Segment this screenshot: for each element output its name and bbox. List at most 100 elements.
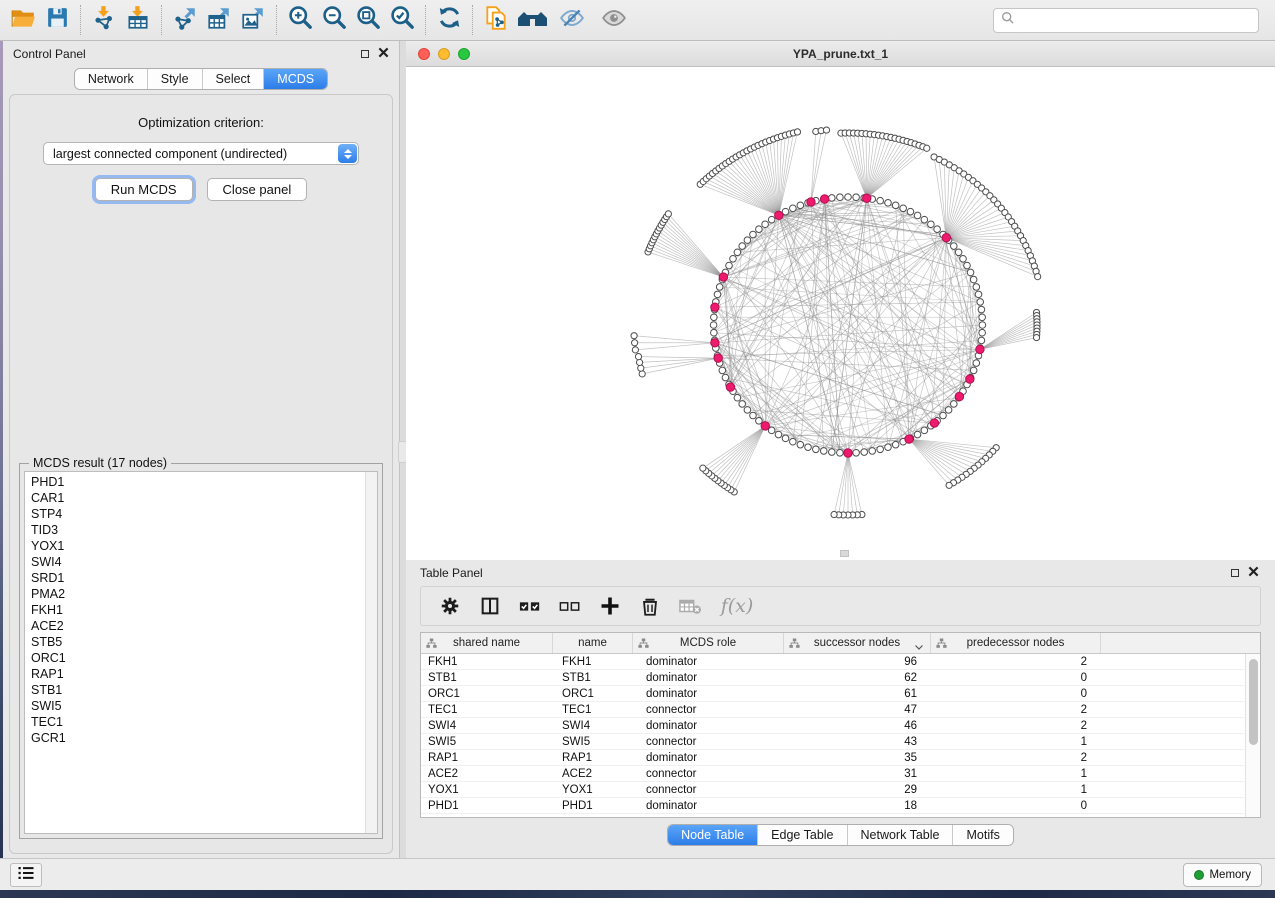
- network-node[interactable]: [960, 255, 967, 262]
- network-node[interactable]: [924, 145, 930, 151]
- network-node[interactable]: [970, 367, 977, 374]
- network-node[interactable]: [722, 374, 729, 381]
- network-node[interactable]: [820, 448, 827, 455]
- network-node[interactable]: [946, 482, 952, 488]
- show-columns-button[interactable]: [475, 591, 505, 621]
- network-node[interactable]: [967, 269, 974, 276]
- column-header-predecessor-nodes[interactable]: predecessor nodes: [931, 633, 1101, 653]
- network-node[interactable]: [719, 367, 726, 374]
- tab-network-table[interactable]: Network Table: [848, 825, 954, 845]
- zoom-out-button[interactable]: [317, 4, 351, 36]
- export-table-button[interactable]: [202, 4, 236, 36]
- network-node[interactable]: [914, 431, 921, 438]
- task-history-button[interactable]: [10, 863, 42, 887]
- mcds-result-item[interactable]: YOX1: [31, 538, 361, 554]
- mcds-hub-node[interactable]: [863, 194, 871, 202]
- table-scrollbar-thumb[interactable]: [1249, 659, 1258, 745]
- first-neighbors-button[interactable]: [513, 4, 555, 36]
- network-node[interactable]: [934, 226, 941, 233]
- network-node[interactable]: [877, 446, 884, 453]
- network-node[interactable]: [775, 431, 782, 438]
- zoom-in-button[interactable]: [283, 4, 317, 36]
- network-node[interactable]: [639, 371, 645, 377]
- mcds-result-item[interactable]: GCR1: [31, 730, 361, 746]
- tab-network[interactable]: Network: [75, 69, 148, 89]
- float-panel-icon[interactable]: [1231, 569, 1239, 577]
- export-image-button[interactable]: [236, 4, 270, 36]
- network-node[interactable]: [813, 446, 820, 453]
- mcds-hub-node[interactable]: [955, 392, 963, 400]
- network-node[interactable]: [750, 231, 757, 238]
- network-node[interactable]: [744, 237, 751, 244]
- network-node[interactable]: [710, 322, 717, 329]
- table-row[interactable]: ORC1ORC1dominator610: [421, 686, 1260, 702]
- network-node[interactable]: [973, 360, 980, 367]
- mcds-result-item[interactable]: TEC1: [31, 714, 361, 730]
- mcds-hub-node[interactable]: [711, 339, 719, 347]
- network-node[interactable]: [632, 340, 638, 346]
- network-node[interactable]: [869, 448, 876, 455]
- network-node[interactable]: [665, 211, 671, 217]
- search-box[interactable]: [993, 8, 1259, 33]
- network-node[interactable]: [635, 353, 641, 359]
- network-node[interactable]: [964, 262, 971, 269]
- network-node[interactable]: [730, 255, 737, 262]
- network-node[interactable]: [831, 511, 837, 517]
- hide-graphics-button[interactable]: [555, 4, 589, 36]
- network-node[interactable]: [782, 435, 789, 442]
- mcds-hub-node[interactable]: [966, 375, 974, 383]
- table-row[interactable]: SWI5SWI5connector431: [421, 734, 1260, 750]
- network-node[interactable]: [975, 291, 982, 298]
- close-panel-icon[interactable]: [378, 47, 389, 61]
- network-node[interactable]: [950, 401, 957, 408]
- network-node[interactable]: [914, 212, 921, 219]
- mcds-result-item[interactable]: SWI5: [31, 698, 361, 714]
- mcds-result-list[interactable]: PHD1CAR1STP4TID3YOX1SWI4SRD1PMA2FKH1ACE2…: [24, 471, 378, 834]
- mcds-list-scrollbar[interactable]: [365, 472, 377, 833]
- mcds-hub-node[interactable]: [930, 419, 938, 427]
- network-node[interactable]: [700, 465, 706, 471]
- mcds-result-item[interactable]: FKH1: [31, 602, 361, 618]
- mcds-result-item[interactable]: SRD1: [31, 570, 361, 586]
- mcds-result-item[interactable]: SWI4: [31, 554, 361, 570]
- network-node[interactable]: [794, 129, 800, 135]
- network-node[interactable]: [940, 412, 947, 419]
- tab-select[interactable]: Select: [203, 69, 265, 89]
- network-window-titlebar[interactable]: YPA_prune.txt_1: [406, 41, 1275, 67]
- network-node[interactable]: [977, 299, 984, 306]
- network-node[interactable]: [714, 291, 721, 298]
- zoom-fit-button[interactable]: [351, 4, 385, 36]
- add-column-button[interactable]: [595, 591, 625, 621]
- network-node[interactable]: [973, 284, 980, 291]
- tab-motifs[interactable]: Motifs: [953, 825, 1012, 845]
- criterion-select[interactable]: largest connected component (undirected): [43, 142, 359, 165]
- network-node[interactable]: [756, 418, 763, 425]
- network-node[interactable]: [726, 262, 733, 269]
- window-close-icon[interactable]: [418, 48, 430, 60]
- window-minimize-icon[interactable]: [438, 48, 450, 60]
- tab-mcds[interactable]: MCDS: [264, 69, 327, 89]
- network-node[interactable]: [907, 208, 914, 215]
- table-row[interactable]: STB1STB1dominator620: [421, 670, 1260, 686]
- column-header-name[interactable]: name: [553, 633, 633, 653]
- network-node[interactable]: [739, 243, 746, 250]
- network-node[interactable]: [955, 249, 962, 256]
- mcds-result-item[interactable]: RAP1: [31, 666, 361, 682]
- column-settings-gear-button[interactable]: [435, 591, 465, 621]
- save-session-button[interactable]: [40, 4, 74, 36]
- network-node[interactable]: [979, 322, 986, 329]
- network-node[interactable]: [756, 226, 763, 233]
- window-maximize-icon[interactable]: [458, 48, 470, 60]
- network-node[interactable]: [978, 306, 985, 313]
- mcds-hub-node[interactable]: [820, 195, 828, 203]
- zoom-selected-button[interactable]: [385, 4, 419, 36]
- tab-node-table[interactable]: Node Table: [668, 825, 758, 845]
- export-network-button[interactable]: [168, 4, 202, 36]
- mcds-result-item[interactable]: STB1: [31, 682, 361, 698]
- network-node[interactable]: [861, 449, 868, 456]
- apply-layout-button[interactable]: [432, 4, 466, 36]
- mcds-hub-node[interactable]: [714, 354, 722, 362]
- network-node[interactable]: [979, 329, 986, 336]
- tab-edge-table[interactable]: Edge Table: [758, 825, 847, 845]
- mcds-result-item[interactable]: TID3: [31, 522, 361, 538]
